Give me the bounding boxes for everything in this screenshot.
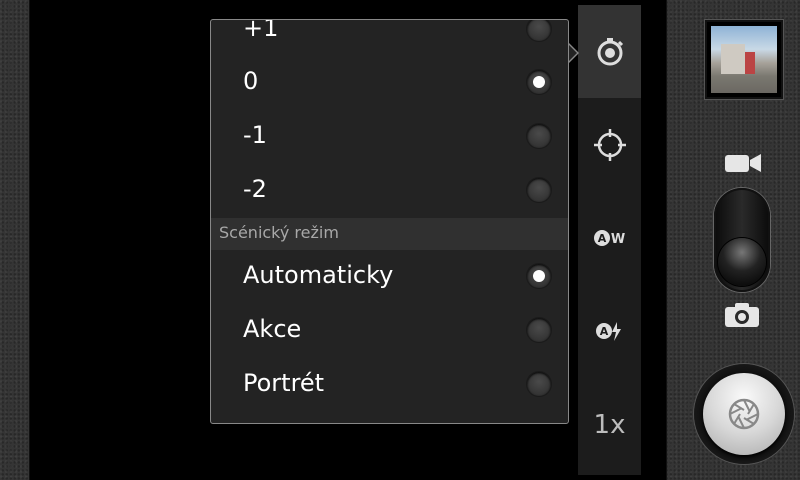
exposure-option[interactable]: -2: [211, 164, 568, 218]
focus-indicator-button[interactable]: [578, 98, 641, 191]
radio-button-selected[interactable]: [527, 264, 551, 288]
radio-button-selected[interactable]: [527, 70, 551, 94]
exposure-indicator-button[interactable]: [578, 5, 641, 98]
radio-button[interactable]: [527, 318, 551, 342]
scene-option[interactable]: Automaticky: [211, 250, 568, 304]
radio-button[interactable]: [527, 124, 551, 148]
exposure-icon: [597, 37, 623, 65]
shutter-button[interactable]: [703, 373, 785, 455]
white-balance-auto-icon: A W: [593, 229, 625, 247]
svg-text:W: W: [610, 232, 624, 247]
thumbnail-detail: [745, 52, 755, 74]
mode-switch-knob[interactable]: [718, 238, 766, 286]
focus-icon: [593, 128, 626, 161]
mode-switch[interactable]: [714, 188, 770, 292]
thumbnail-image: [711, 26, 777, 93]
zoom-indicator-button[interactable]: 1x: [578, 378, 641, 471]
scene-mode-header: Scénický režim: [211, 218, 568, 250]
radio-button[interactable]: [527, 178, 551, 202]
option-label: -2: [243, 175, 267, 203]
last-photo-thumbnail[interactable]: [705, 20, 783, 99]
settings-popup: +1 0 -1 -2 Scénický režim Automaticky Ak…: [210, 19, 569, 424]
exposure-option[interactable]: -1: [211, 110, 568, 164]
radio-button[interactable]: [527, 20, 551, 41]
aperture-icon: [728, 398, 760, 430]
scene-option[interactable]: Akce: [211, 304, 568, 358]
white-balance-indicator-button[interactable]: A W: [578, 191, 641, 284]
zoom-label: 1x: [593, 409, 626, 440]
option-label: Automaticky: [243, 261, 394, 289]
flash-auto-icon: A: [595, 321, 621, 341]
flash-indicator-button[interactable]: A: [578, 284, 641, 377]
option-label: -1: [243, 121, 267, 149]
radio-button[interactable]: [527, 372, 551, 396]
option-label: +1: [243, 19, 279, 42]
scene-option[interactable]: Portrét: [211, 358, 568, 412]
video-camera-icon: [725, 154, 761, 172]
section-title: Scénický režim: [219, 223, 339, 242]
thumbnail-building: [721, 44, 745, 74]
exposure-option[interactable]: +1: [211, 19, 568, 57]
video-mode-icon[interactable]: [724, 152, 762, 178]
exposure-option[interactable]: 0: [211, 56, 568, 110]
photo-mode-icon[interactable]: [724, 302, 760, 332]
option-label: 0: [243, 67, 259, 95]
option-label: Portrét: [243, 369, 325, 397]
svg-text:A: A: [599, 325, 608, 338]
camera-icon: [725, 303, 759, 327]
option-label: Akce: [243, 315, 302, 343]
svg-text:A: A: [597, 232, 606, 245]
